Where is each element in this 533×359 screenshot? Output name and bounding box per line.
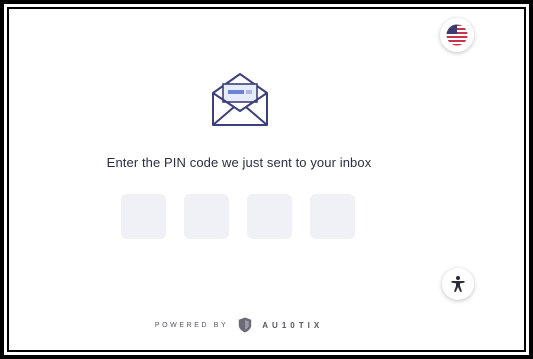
us-flag-icon bbox=[446, 24, 468, 46]
pin-digit-2[interactable] bbox=[184, 194, 229, 239]
pin-digit-3[interactable] bbox=[247, 194, 292, 239]
pin-input-group bbox=[121, 194, 355, 239]
accessibility-button[interactable] bbox=[442, 268, 474, 300]
shield-logo-icon bbox=[239, 317, 252, 333]
page-frame: Enter the PIN code we just sent to your … bbox=[0, 0, 533, 359]
pin-digit-1[interactable] bbox=[121, 194, 166, 239]
content-area: Enter the PIN code we just sent to your … bbox=[7, 7, 526, 352]
envelope-icon bbox=[212, 73, 268, 126]
accessibility-person-icon bbox=[451, 276, 465, 292]
language-selector-button[interactable] bbox=[440, 18, 474, 52]
powered-by-footer: POWERED BY AU10TIX bbox=[9, 317, 469, 333]
pin-instruction-text: Enter the PIN code we just sent to your … bbox=[106, 155, 372, 170]
brand-name: AU10TIX bbox=[262, 320, 324, 330]
powered-by-label: POWERED BY bbox=[154, 321, 229, 329]
pin-digit-4[interactable] bbox=[310, 194, 355, 239]
